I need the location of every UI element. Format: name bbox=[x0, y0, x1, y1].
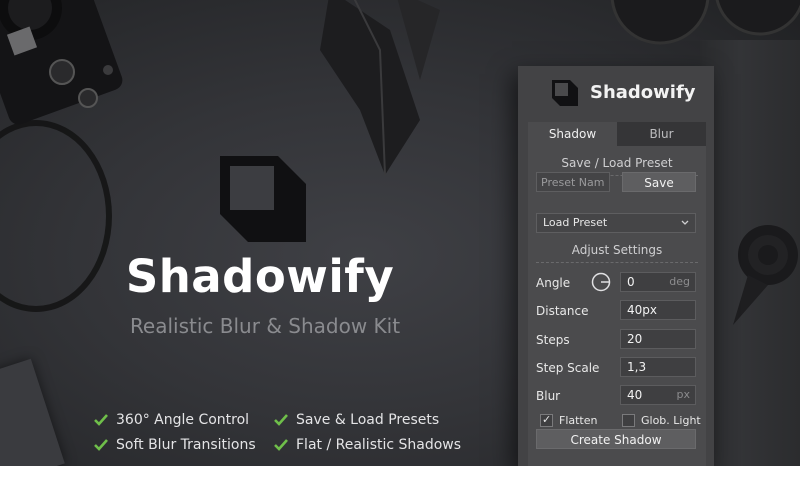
camera-strap-decoration bbox=[0, 120, 112, 312]
feature-item: 360° Angle Control bbox=[94, 412, 249, 428]
step-scale-value: 1,3 bbox=[627, 360, 647, 374]
feature-item: Save & Load Presets bbox=[274, 412, 439, 428]
steps-label: Steps bbox=[536, 333, 570, 347]
save-button[interactable]: Save bbox=[622, 172, 696, 192]
angle-input[interactable]: 0 deg bbox=[620, 272, 696, 292]
load-preset-value: Load Preset bbox=[543, 216, 608, 229]
tab-blur[interactable]: Blur bbox=[617, 122, 706, 146]
feature-label: Soft Blur Transitions bbox=[116, 437, 256, 453]
feature-label: 360° Angle Control bbox=[116, 412, 250, 428]
flatten-checkbox[interactable]: ✓ bbox=[540, 413, 553, 427]
hero-subtitle: Realistic Blur & Shadow Kit bbox=[129, 314, 401, 338]
preset-name-input[interactable] bbox=[536, 172, 610, 192]
feature-item: Soft Blur Transitions bbox=[94, 437, 256, 453]
paper-decoration bbox=[0, 358, 65, 466]
panel-title: Shadowify bbox=[590, 82, 696, 103]
load-preset-select[interactable]: Load Preset bbox=[536, 213, 696, 233]
check-icon bbox=[94, 439, 108, 451]
hero-background: Shadowify Realistic Blur & Shadow Kit 36… bbox=[0, 0, 800, 466]
distance-label: Distance bbox=[536, 304, 589, 318]
camera-decoration bbox=[0, 0, 123, 125]
step-scale-input[interactable]: 1,3 bbox=[620, 357, 696, 377]
distance-value: 40px bbox=[627, 303, 657, 317]
feature-label: Flat / Realistic Shadows bbox=[296, 437, 462, 453]
angle-dial[interactable] bbox=[591, 272, 611, 292]
panel-body: Save / Load Preset Save Load Preset Adju… bbox=[528, 146, 706, 466]
check-icon: ✓ bbox=[542, 413, 552, 426]
chevron-down-icon bbox=[681, 220, 689, 225]
create-shadow-button[interactable]: Create Shadow bbox=[536, 429, 696, 449]
angle-value: 0 bbox=[627, 275, 635, 289]
leaf-decoration bbox=[320, 0, 440, 176]
divider bbox=[536, 262, 698, 263]
feature-item: Flat / Realistic Shadows bbox=[274, 437, 461, 453]
bottom-strip bbox=[0, 466, 800, 482]
flatten-label: Flatten bbox=[559, 414, 598, 427]
distance-input[interactable]: 40px bbox=[620, 300, 696, 320]
adjust-section-title: Adjust Settings bbox=[571, 243, 663, 257]
blur-unit: px bbox=[676, 388, 691, 401]
glob-light-label: Glob. Light bbox=[641, 414, 701, 427]
shadow-square-icon bbox=[552, 80, 578, 106]
blur-label: Blur bbox=[536, 389, 561, 403]
shadowify-panel: Shadowify Shadow Blur Save / Load Preset… bbox=[518, 66, 714, 466]
panel-header: Shadowify bbox=[518, 66, 714, 120]
hero-title: Shadowify bbox=[125, 250, 395, 303]
shadow-square-icon bbox=[220, 156, 306, 242]
check-icon bbox=[274, 439, 288, 451]
check-icon bbox=[274, 414, 288, 426]
rose-decoration bbox=[733, 225, 798, 325]
glob-light-checkbox[interactable] bbox=[622, 414, 635, 427]
blur-input[interactable]: 40 px bbox=[620, 385, 696, 405]
angle-label: Angle bbox=[536, 276, 571, 290]
steps-input[interactable]: 20 bbox=[620, 329, 696, 349]
tab-shadow[interactable]: Shadow bbox=[528, 122, 617, 146]
angle-unit: deg bbox=[669, 275, 690, 288]
step-scale-label: Step Scale bbox=[536, 361, 600, 375]
steps-value: 20 bbox=[627, 332, 643, 346]
tab-bar: Shadow Blur bbox=[528, 122, 706, 146]
feature-label: Save & Load Presets bbox=[296, 412, 440, 428]
blur-value: 40 bbox=[627, 388, 643, 402]
check-icon bbox=[94, 414, 108, 426]
preset-section-title: Save / Load Preset bbox=[561, 156, 673, 170]
